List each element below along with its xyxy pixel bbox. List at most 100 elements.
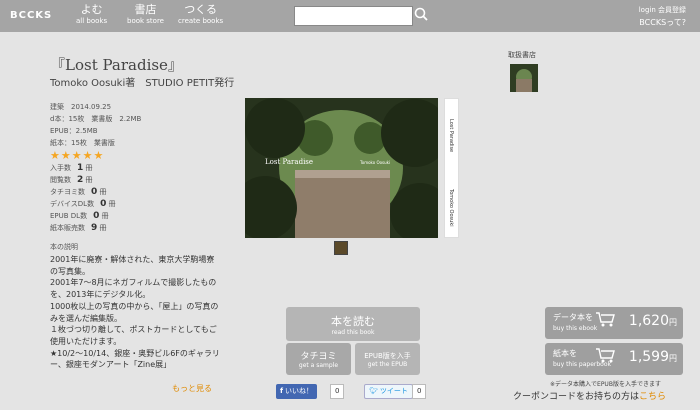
cover-author: Tomoko Oosuki — [360, 160, 391, 165]
book-spine: Lost Paradise Tomoko Oosuki — [444, 98, 459, 238]
epub-label: EPUB版を入手 — [364, 352, 411, 360]
stat-device-dl: デバイスDL数 0 冊 — [50, 199, 116, 209]
like-label: いいね！ — [285, 387, 314, 395]
tweet-label: ツイート — [379, 387, 408, 395]
nav-all-books[interactable]: よむ all books — [76, 4, 107, 26]
description-label: 本の説明 — [50, 243, 78, 251]
description-line: ★10/2〜10/14、銀座・奥野ビル6Fのギャラリー、銀座モダンアート「Zin… — [50, 348, 220, 370]
stat-paper-sales-unit: 冊 — [99, 224, 107, 232]
description-line: 1000枚以上の写真の中から、「屋上」の写真のみを選んだ編集版。 — [50, 301, 219, 323]
coupon-line: クーポンコードをお持ちの方はこちら — [513, 389, 666, 402]
nav-create-books[interactable]: つくる create books — [178, 4, 223, 26]
nav-book-store[interactable]: 書店 book store — [127, 4, 164, 26]
top-bar: BCCKS よむ all books 書店 book store つくる cre… — [0, 0, 700, 32]
spine-author: Tomoko Oosuki — [448, 189, 454, 227]
book-title: 『Lost Paradise』 — [50, 56, 183, 74]
nav-book-store-sub: book store — [127, 17, 164, 25]
book-meta-date: 建築 2014.09.25 — [50, 103, 112, 111]
stat-device-dl-unit: 冊 — [108, 200, 116, 208]
stat-device-dl-value: 0 — [100, 199, 107, 209]
stat-views-unit: 冊 — [85, 176, 93, 184]
epub-note: ※データ本購入でEPUB版を入手できます — [550, 381, 661, 388]
ebook-price: 1,620円 — [629, 313, 677, 329]
read-book-label: 本を読む — [331, 315, 375, 328]
cart-icon — [596, 348, 615, 363]
ebook-price-unit: 円 — [669, 318, 677, 327]
paperbook-price-value: 1,599 — [628, 349, 669, 365]
page-thumbnail[interactable] — [334, 241, 348, 255]
book-author[interactable]: Tomoko Oosuki著 STUDIO PETIT発行 — [50, 77, 260, 90]
buy-ebook-label: データ本を — [553, 313, 593, 322]
store-label: 取扱書店 — [508, 51, 536, 59]
paperbook-price: 1,599円 — [629, 349, 677, 365]
stat-epub-dl-value: 0 — [93, 211, 100, 221]
stat-acquired-label: 入手数 — [50, 164, 71, 172]
nav-all-books-label: よむ — [80, 3, 103, 16]
spine-title: Lost Paradise — [448, 119, 454, 153]
store-thumbnail[interactable] — [510, 64, 538, 92]
search-input[interactable] — [295, 11, 411, 27]
stat-samples-unit: 冊 — [99, 188, 107, 196]
coupon-link[interactable]: こちら — [639, 392, 666, 402]
facebook-icon: f — [280, 387, 284, 395]
stat-epub-dl-unit: 冊 — [101, 212, 109, 220]
stat-epub-dl: EPUB DL数 0 冊 — [50, 211, 109, 221]
stat-views: 閲覧数 2 冊 — [50, 175, 93, 185]
sample-sub: get a sample — [298, 362, 339, 369]
login-link[interactable]: login 会員登録 — [639, 5, 686, 15]
book-meta-epub: EPUB：2.5MB — [50, 127, 98, 135]
search-box — [294, 6, 413, 27]
epub-button[interactable]: EPUB版を入手 get the EPUB — [355, 343, 420, 375]
cover-photo — [245, 98, 438, 238]
read-book-sub: read this book — [331, 329, 375, 336]
read-more-link[interactable]: もっと見る — [172, 383, 212, 394]
bccks-logo[interactable]: BCCKS — [10, 10, 52, 21]
stat-acquired-value: 1 — [77, 163, 84, 173]
buy-paperbook-label: 紙本を — [553, 349, 577, 358]
store-image — [510, 64, 538, 92]
description-line: １枚づつ切り離して、ポストカードとしてもご使用いただけます。 — [50, 325, 217, 346]
stat-acquired-unit: 冊 — [85, 164, 93, 172]
cover-title: Lost Paradise — [265, 158, 314, 166]
coupon-text: クーポンコードをお持ちの方は — [513, 392, 640, 402]
tweet-count: 0 — [412, 384, 427, 399]
paperbook-price-unit: 円 — [669, 354, 677, 363]
stat-paper-sales-label: 紙本販売数 — [50, 224, 85, 232]
about-bccks-link[interactable]: BCCKSって? — [639, 17, 686, 28]
stat-views-value: 2 — [77, 175, 84, 185]
ebook-price-value: 1,620 — [628, 313, 669, 329]
description-line: 2001年に廃寮・解体された、東京大学駒場寮の写真集。 — [50, 255, 215, 276]
nav-all-books-sub: all books — [76, 17, 108, 25]
tweet-button[interactable]: 🐦︎ ツイート — [364, 384, 413, 399]
stat-device-dl-label: デバイスDL数 — [50, 200, 95, 208]
stat-paper-sales: 紙本販売数 9 冊 — [50, 223, 107, 233]
stat-views-label: 閲覧数 — [50, 176, 71, 184]
facebook-like-button[interactable]: f いいね！ — [276, 384, 318, 399]
buy-paperbook-button[interactable]: 紙本を buy this paperbook 1,599円 — [545, 343, 683, 375]
buy-ebook-sub: buy this ebook — [553, 325, 598, 332]
cart-icon — [596, 312, 615, 327]
stat-samples: タチヨミ数 0 冊 — [50, 187, 107, 197]
book-cover[interactable]: Lost Paradise Tomoko Oosuki — [245, 98, 438, 238]
search-icon[interactable] — [414, 7, 428, 21]
read-book-button[interactable]: 本を読む read this book — [286, 307, 420, 341]
stat-samples-label: タチヨミ数 — [50, 188, 85, 196]
nav-create-books-sub: create books — [178, 17, 224, 25]
sample-label: タチヨミ — [300, 352, 337, 362]
nav-book-store-label: 書店 — [134, 3, 157, 16]
stat-paper-sales-value: 9 — [91, 223, 98, 233]
sample-button[interactable]: タチヨミ get a sample — [286, 343, 351, 375]
buy-ebook-button[interactable]: データ本を buy this ebook 1,620円 — [545, 307, 683, 339]
book-meta-dbook: d本：15枚 業書版 2.2MB — [50, 115, 142, 123]
book-meta-paper: 紙本：15枚 業書版 — [50, 139, 115, 147]
twitter-icon: 🐦︎ — [369, 387, 378, 395]
epub-sub: get the EPUB — [367, 361, 408, 368]
stat-acquired: 入手数 1 冊 — [50, 163, 93, 173]
stat-samples-value: 0 — [91, 187, 98, 197]
stat-epub-dl-label: EPUB DL数 — [50, 212, 88, 220]
book-description: 2001年に廃寮・解体された、東京大学駒場寮の写真集。 2001年7〜8月にネガ… — [50, 254, 220, 371]
like-count: 0 — [330, 384, 345, 399]
rating-stars: ★★★★★ — [50, 149, 105, 162]
description-line: 2001年7〜8月にネガフィルムで撮影したものを、2013年にデジタル化。 — [50, 278, 217, 300]
nav-create-books-label: つくる — [184, 3, 217, 16]
